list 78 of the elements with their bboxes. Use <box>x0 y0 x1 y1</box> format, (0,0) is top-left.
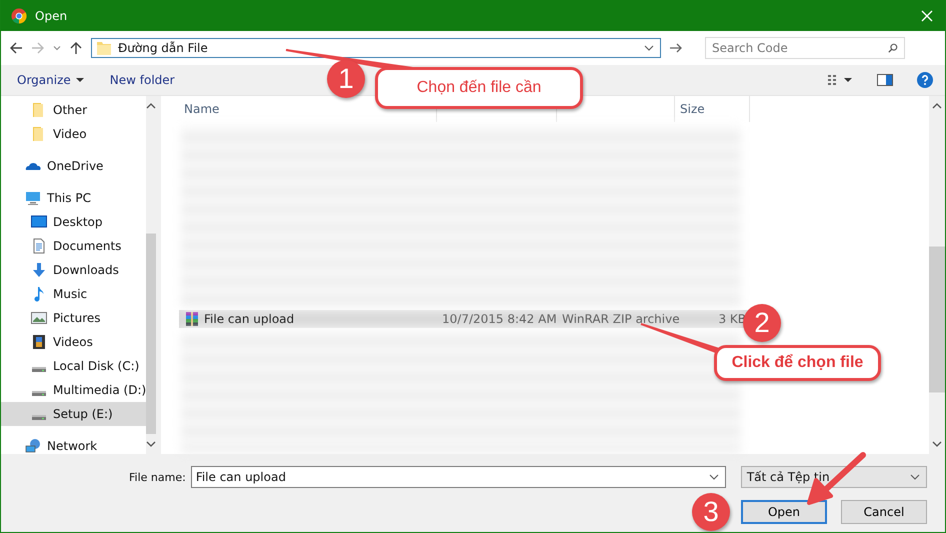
search-field[interactable]: Search Code <box>705 37 905 59</box>
file-date: 10/7/2015 8:42 AM <box>442 312 557 326</box>
open-button[interactable]: Open <box>741 500 827 524</box>
sidebar-item[interactable]: Pictures <box>1 306 146 330</box>
sidebar-label: Music <box>53 287 88 301</box>
sidebar-label: Documents <box>53 239 122 253</box>
network-globe-icon <box>25 438 41 454</box>
window-title: Open <box>35 8 68 22</box>
go-arrow-icon[interactable] <box>669 41 683 55</box>
sidebar-label: Multimedia (D:) <box>53 383 146 397</box>
sidebar-item[interactable]: Video <box>1 122 146 146</box>
help-icon[interactable] <box>917 72 933 88</box>
back-arrow-icon[interactable] <box>9 41 23 55</box>
sidebar-label: Pictures <box>53 311 101 325</box>
scroll-up-icon[interactable] <box>146 102 156 110</box>
browser-logo-icon <box>11 8 27 24</box>
scrollbar[interactable] <box>929 96 945 454</box>
sidebar-label: Other <box>53 103 88 117</box>
sidebar-item[interactable]: Network <box>1 434 146 458</box>
file-name-value: File can upload <box>196 470 286 484</box>
organize-button[interactable]: Organize <box>11 71 90 89</box>
sidebar-item[interactable]: Setup (E:) <box>1 402 146 426</box>
callout-bubble: Chọn đến file cần <box>375 67 583 109</box>
caret-icon <box>76 76 84 84</box>
sidebar-label: OneDrive <box>47 159 104 173</box>
sidebar-item[interactable]: Local Disk (C:) <box>1 354 146 378</box>
preview-pane-icon[interactable] <box>877 72 893 88</box>
sidebar-label: This PC <box>47 191 91 205</box>
sidebar-item[interactable]: OneDrive <box>1 154 146 178</box>
scrollbar[interactable] <box>146 96 156 454</box>
sidebar-label: Network <box>47 439 98 453</box>
sidebar-label: Setup (E:) <box>53 407 113 421</box>
computer-icon <box>25 190 41 206</box>
sidebar-label: Video <box>53 127 87 141</box>
sidebar-label: Desktop <box>53 215 102 229</box>
drive-icon <box>32 414 46 420</box>
pictures-icon <box>31 310 47 326</box>
sidebar-item[interactable]: Documents <box>1 234 146 258</box>
download-arrow-icon <box>31 262 47 278</box>
scroll-down-icon[interactable] <box>146 440 156 448</box>
sidebar-label: Videos <box>53 335 93 349</box>
callout-bubble: Click để chọn file <box>714 345 881 381</box>
view-options-icon[interactable] <box>827 73 853 87</box>
desktop-icon <box>31 214 47 230</box>
sidebar-item[interactable]: This PC <box>1 186 146 210</box>
step-number-badge: 3 <box>692 493 730 531</box>
sidebar-item[interactable]: Other <box>1 98 146 122</box>
file-type: WinRAR ZIP archive <box>562 312 680 326</box>
sidebar-item[interactable]: Videos <box>1 330 146 354</box>
file-name-label: File name: <box>129 470 186 484</box>
sidebar-item[interactable]: Music <box>1 282 146 306</box>
film-strip-icon <box>31 334 47 350</box>
sidebar-item[interactable]: Desktop <box>1 210 146 234</box>
address-path: Đường dẫn File <box>118 41 208 55</box>
sidebar-item[interactable]: Downloads <box>1 258 146 282</box>
sidebar-label: Downloads <box>53 263 119 277</box>
folder-icon <box>96 40 112 56</box>
dropdown-caret-icon[interactable] <box>910 472 920 482</box>
sidebar-item[interactable]: Multimedia (D:) <box>1 378 146 402</box>
dropdown-caret-icon[interactable] <box>708 472 719 482</box>
archive-books-icon <box>184 311 200 327</box>
recent-caret-icon[interactable] <box>53 44 61 52</box>
document-icon <box>31 238 47 254</box>
scroll-down-icon[interactable] <box>932 440 942 448</box>
scroll-up-icon[interactable] <box>932 102 942 110</box>
drive-icon <box>32 390 46 396</box>
file-name: File can upload <box>204 312 294 326</box>
up-arrow-icon[interactable] <box>69 41 83 55</box>
dropdown-caret-icon[interactable] <box>644 43 654 53</box>
drive-icon <box>32 366 46 372</box>
file-name-field[interactable]: File can upload <box>190 466 726 488</box>
sidebar-label: Local Disk (C:) <box>53 359 140 373</box>
search-icon <box>888 43 898 53</box>
column-header[interactable]: Size <box>680 102 705 116</box>
cancel-button[interactable]: Cancel <box>841 500 927 524</box>
column-header[interactable]: Name <box>184 102 220 116</box>
new-folder-button[interactable]: New folder <box>104 71 181 89</box>
close-icon[interactable] <box>921 10 933 22</box>
